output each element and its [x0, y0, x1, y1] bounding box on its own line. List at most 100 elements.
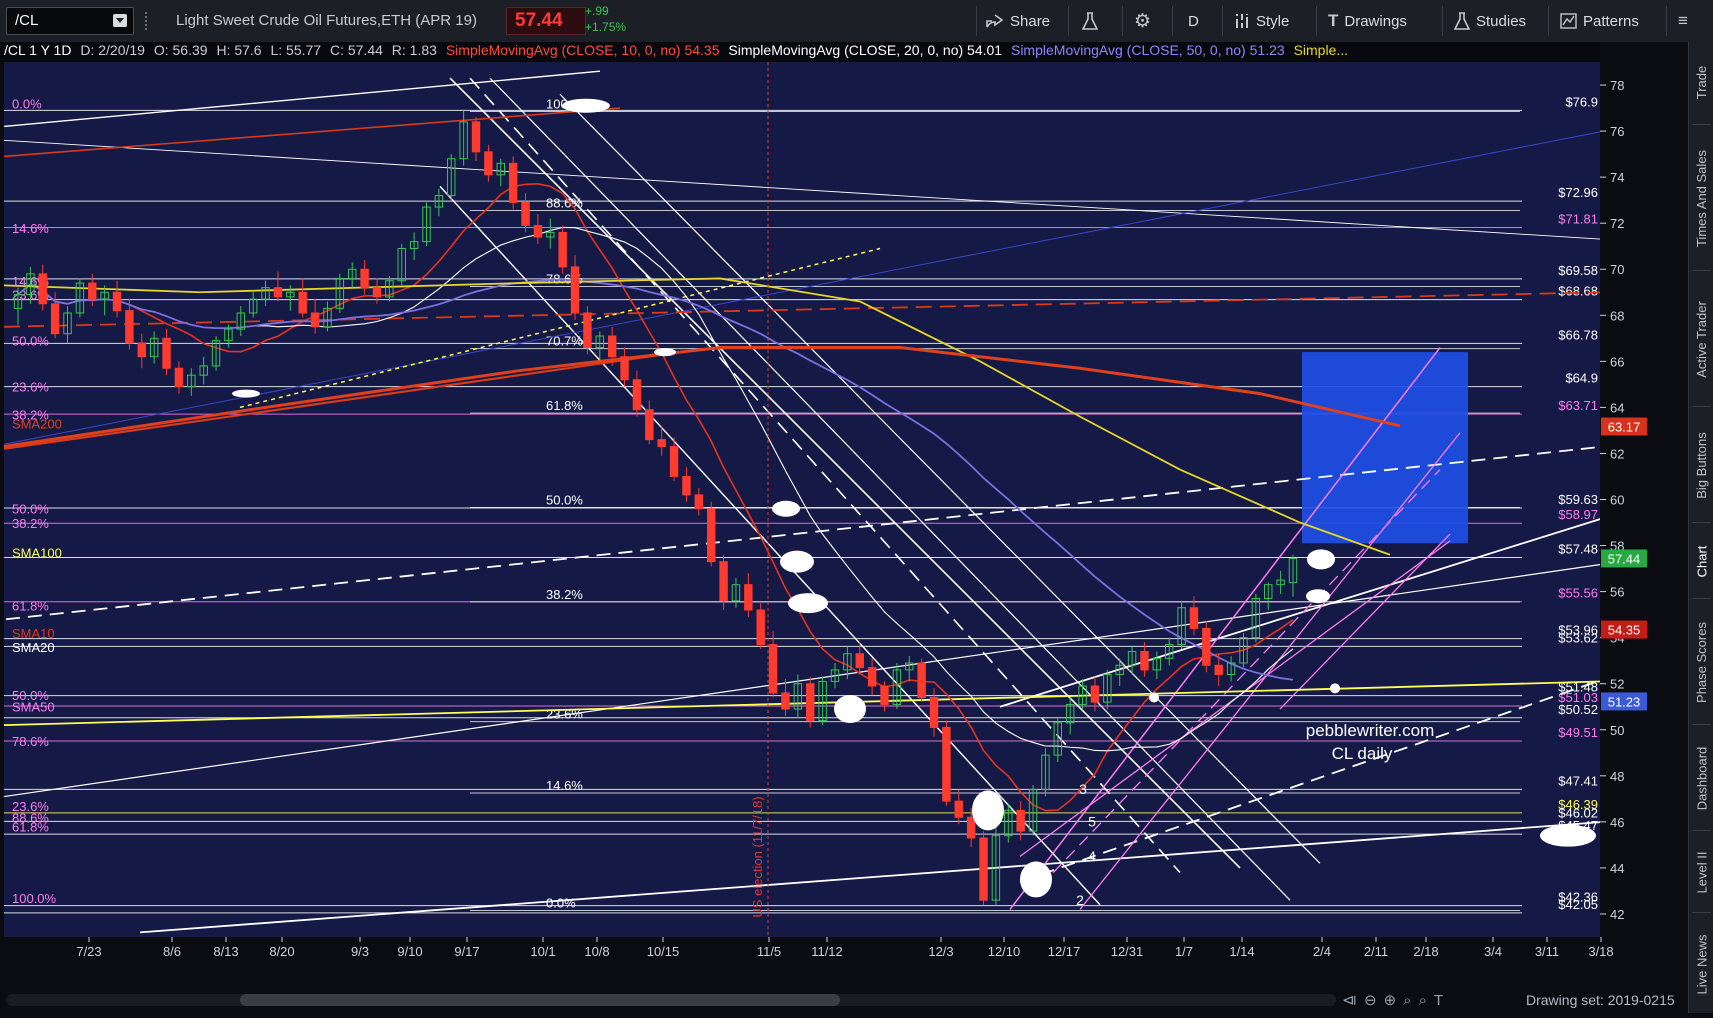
scroll-left-icon[interactable]: ⧏ [1342, 992, 1364, 1009]
tab-times-and-sales[interactable]: Times And Sales [1689, 128, 1713, 268]
candle-body [508, 162, 518, 203]
time-axis-label: 1/14 [1229, 944, 1254, 959]
price-level-label: $69.58 [1558, 263, 1598, 278]
tab-live-news[interactable]: Live News [1689, 916, 1713, 1012]
price-marker-label: 57.44 [1608, 551, 1641, 566]
more-studies[interactable]: Simple... [1294, 42, 1348, 58]
style-icon [1236, 14, 1248, 28]
time-axis-label: 12/31 [1111, 944, 1144, 959]
annotation-ellipse [232, 389, 260, 398]
share-label: Share [1010, 12, 1051, 30]
tab-level-ii[interactable]: Level II [1689, 834, 1713, 910]
price-axis-label: 78 [1610, 78, 1624, 93]
scrollbar-thumb[interactable] [240, 994, 840, 1006]
style-button[interactable]: Style [1234, 0, 1289, 42]
wave-label: 3 [1079, 781, 1087, 797]
fib-level-label: 14.6% [12, 221, 49, 236]
settings-button[interactable]: ⚙ [1134, 0, 1151, 42]
tab-phase-scores[interactable]: Phase Scores [1689, 602, 1713, 722]
candle-body [583, 312, 592, 349]
price-level-label: $66.78 [1558, 327, 1598, 342]
zoom-controls: ⧏⊖⊕⌕⌕T [1342, 991, 1450, 1009]
zoom-out-icon[interactable]: ⊖ [1364, 992, 1384, 1009]
time-axis-label: 10/15 [647, 944, 680, 959]
menu-button[interactable]: ≡ [1678, 0, 1688, 42]
candle-body [867, 667, 877, 687]
time-axis-label: 3/11 [1535, 944, 1559, 959]
candle-body [372, 287, 382, 298]
time-axis-label: 8/13 [213, 944, 238, 959]
flask-button[interactable] [1082, 0, 1098, 42]
candle-body [682, 475, 691, 496]
fib-level-label: 38.2% [12, 516, 49, 531]
candle-body [620, 356, 629, 381]
annotation-ellipse [780, 550, 814, 573]
price-level-label: $59.63 [1558, 492, 1598, 507]
price-axis-label: 48 [1610, 769, 1624, 784]
fib-mid-label: 0.0% [546, 895, 576, 910]
target-zone-box [1302, 352, 1468, 544]
zoom-icon[interactable]: ⌕ [1403, 992, 1418, 1009]
toolbar-separator [1222, 6, 1223, 36]
candle-body [360, 268, 369, 289]
symbol-input[interactable]: /CL [6, 7, 134, 35]
tab-big-buttons[interactable]: Big Buttons [1689, 410, 1713, 520]
candle-body [768, 644, 778, 694]
price-axis-label: 68 [1610, 308, 1624, 323]
time-axis-label: 12/10 [988, 944, 1021, 959]
timeframe-button[interactable]: D [1188, 0, 1199, 42]
horizontal-scrollbar[interactable] [6, 994, 1336, 1006]
menu-icon: ≡ [1678, 11, 1688, 30]
drawing-set-label[interactable]: Drawing set: 2019-0215 [1526, 992, 1675, 1008]
annotation-ellipse [1330, 683, 1340, 694]
price-chart[interactable]: $76.9 $72.96 $71.81 $69.58 $68.68 $66.78 $64.9… [0, 42, 1688, 1013]
zoom-reset-icon[interactable]: ⊕ [1384, 992, 1404, 1009]
share-button[interactable]: Share [986, 0, 1050, 42]
price-level-label: $50.52 [1558, 702, 1598, 717]
candle-body [806, 683, 815, 722]
candle-body [719, 561, 728, 602]
chevron-down-icon[interactable] [113, 14, 127, 27]
patterns-button[interactable]: Patterns [1560, 0, 1639, 42]
candle-body [162, 337, 171, 369]
tab-dashboard[interactable]: Dashboard [1689, 728, 1713, 828]
chart-area[interactable]: $76.9 $72.96 $71.81 $69.58 $68.68 $66.78 $64.9… [0, 42, 1688, 1013]
drag-handle-icon[interactable] [145, 12, 153, 30]
time-axis-label: 2/4 [1313, 944, 1331, 959]
price-axis-label: 64 [1610, 400, 1624, 415]
candle-body [137, 342, 146, 358]
tab-active-trader[interactable]: Active Trader [1689, 274, 1713, 404]
status-range: R: 1.83 [391, 42, 437, 58]
wave-label: 5 [1088, 813, 1096, 829]
symbol-text: /CL [15, 12, 39, 29]
studies-button[interactable]: Studies [1454, 0, 1526, 42]
gear-icon: ⚙ [1134, 10, 1152, 32]
text-tool-icon[interactable]: T [1434, 992, 1450, 1009]
price-axis-label: 50 [1610, 723, 1624, 738]
status-open: O: 56.39 [153, 42, 208, 58]
tab-chart[interactable]: Chart [1689, 526, 1713, 596]
price-marker-label: 54.35 [1608, 623, 1641, 638]
sma50-label: SimpleMovingAvg (CLOSE, 50, 0, no) [1010, 42, 1246, 58]
tab-trade[interactable]: Trade [1689, 42, 1713, 122]
status-high: H: 57.6 [216, 42, 262, 58]
candle-body [174, 367, 184, 388]
watermark-site: pebblewriter.com [1306, 721, 1435, 740]
tab-level-ii-label: Level II [1694, 851, 1710, 893]
time-axis-label: 1/7 [1175, 944, 1193, 959]
sma10-value: 54.35 [684, 42, 720, 58]
candle-body [880, 685, 889, 705]
drawings-button[interactable]: T Drawings [1328, 0, 1407, 42]
candle-body [607, 335, 617, 358]
candle-body [484, 151, 493, 176]
status-close: C: 57.44 [329, 42, 383, 58]
annotation-ellipse [1020, 861, 1052, 898]
fib-level-label: 0.0% [12, 96, 42, 111]
tab-separator [1692, 406, 1711, 407]
zoom-fit-icon[interactable]: ⌕ [1419, 992, 1434, 1009]
wave-label: 2 [1076, 892, 1084, 908]
sma20-label: SimpleMovingAvg (CLOSE, 20, 0, no) [728, 42, 964, 58]
time-axis-label: 7/23 [76, 944, 101, 959]
time-axis-label: 2/11 [1364, 944, 1388, 959]
time-axis-label: 8/20 [269, 944, 294, 959]
